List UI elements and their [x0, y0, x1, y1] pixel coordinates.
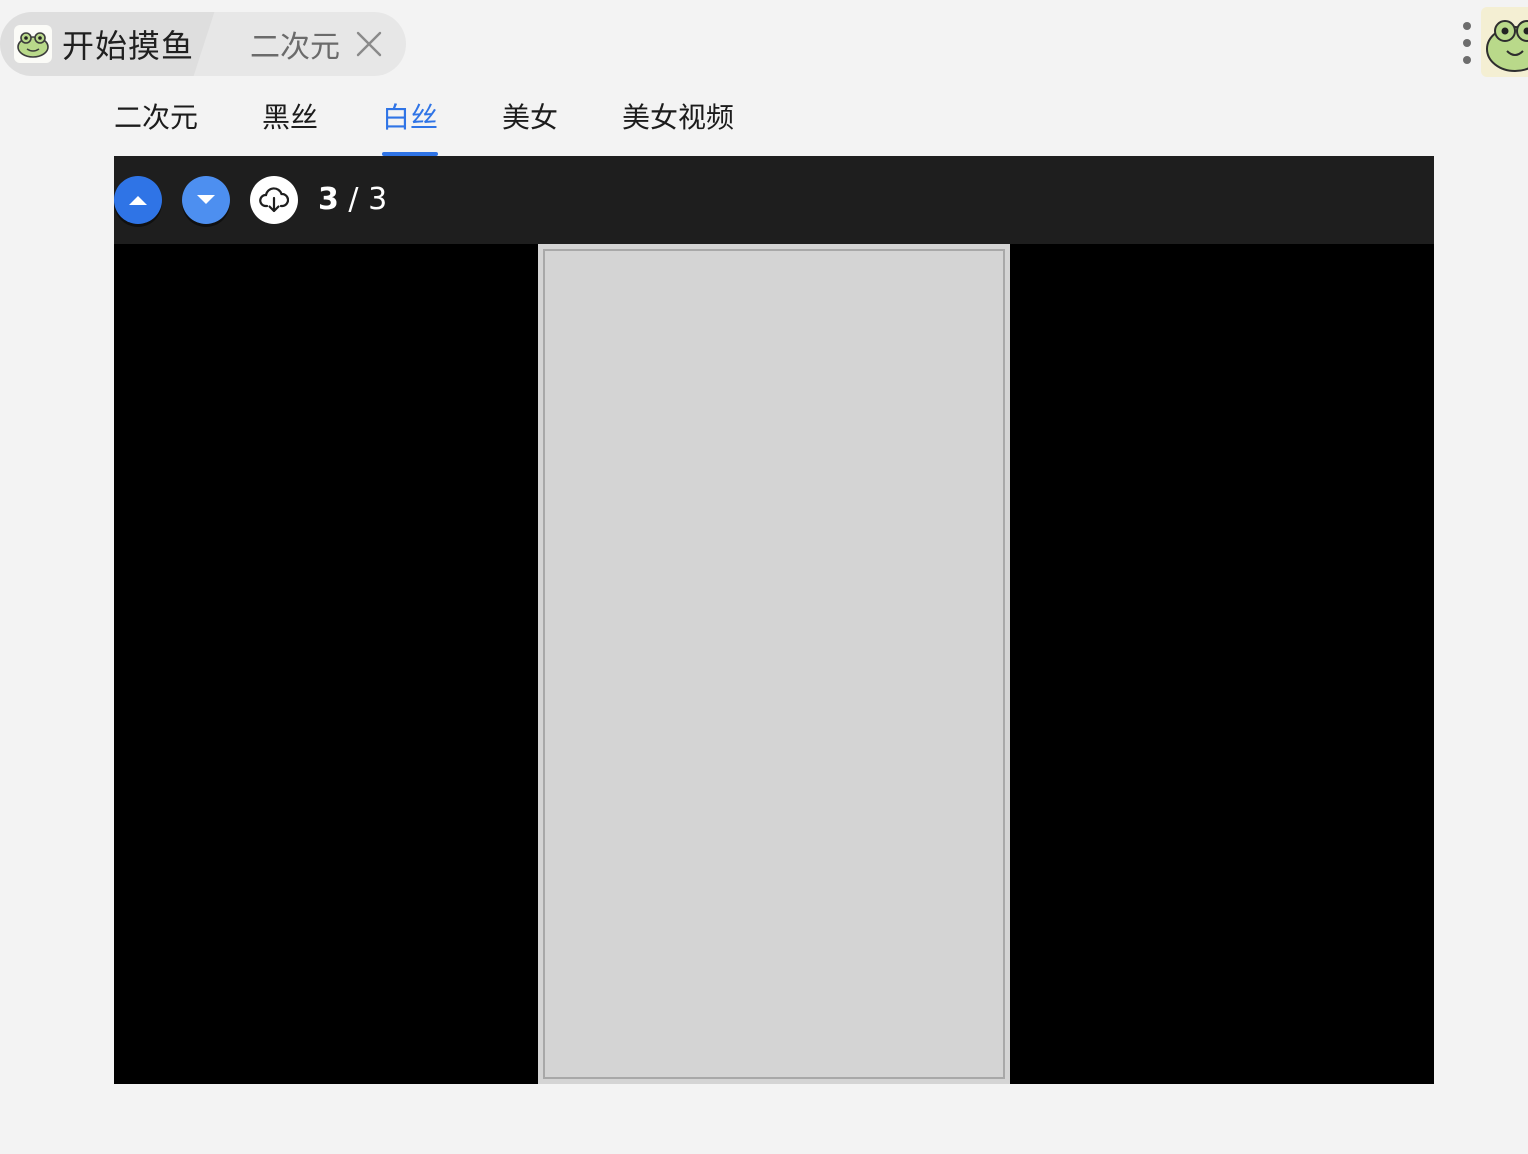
image-viewer: 3 / 3	[114, 156, 1434, 1084]
gallery-photo	[538, 244, 1010, 1084]
frog-icon	[14, 25, 52, 63]
next-button[interactable]	[182, 176, 230, 224]
tab-home[interactable]: 开始摸鱼	[0, 12, 215, 76]
counter-separator: /	[348, 182, 359, 217]
category-nav: 二次元 黑丝 白丝 美女 美女视频	[114, 96, 742, 156]
category-tab-heisi[interactable]: 黑丝	[262, 96, 382, 156]
current-index: 3	[318, 182, 339, 217]
current-tab-label: 二次元	[250, 30, 341, 65]
chevron-up-icon	[129, 196, 147, 205]
cloud-download-icon	[259, 187, 289, 213]
category-tab-meinv[interactable]: 美女	[502, 96, 622, 156]
home-tab-title: 开始摸鱼	[62, 27, 195, 65]
close-icon[interactable]	[354, 29, 384, 59]
category-tab-erciyuan[interactable]: 二次元	[114, 96, 262, 156]
avatar[interactable]	[1481, 7, 1528, 77]
category-tab-meinv-video[interactable]: 美女视频	[622, 96, 742, 156]
category-tab-baisi[interactable]: 白丝	[382, 96, 438, 156]
download-button[interactable]	[250, 176, 298, 224]
page-counter: 3 / 3	[318, 178, 387, 222]
chevron-down-icon	[197, 195, 215, 204]
total-count: 3	[368, 182, 388, 217]
more-vertical-icon[interactable]	[1454, 20, 1480, 68]
tab-current[interactable]: 二次元	[216, 12, 407, 76]
previous-button[interactable]	[114, 176, 162, 224]
viewer-toolbar: 3 / 3	[114, 156, 1434, 244]
tab-bar: 开始摸鱼 二次元	[0, 12, 407, 76]
